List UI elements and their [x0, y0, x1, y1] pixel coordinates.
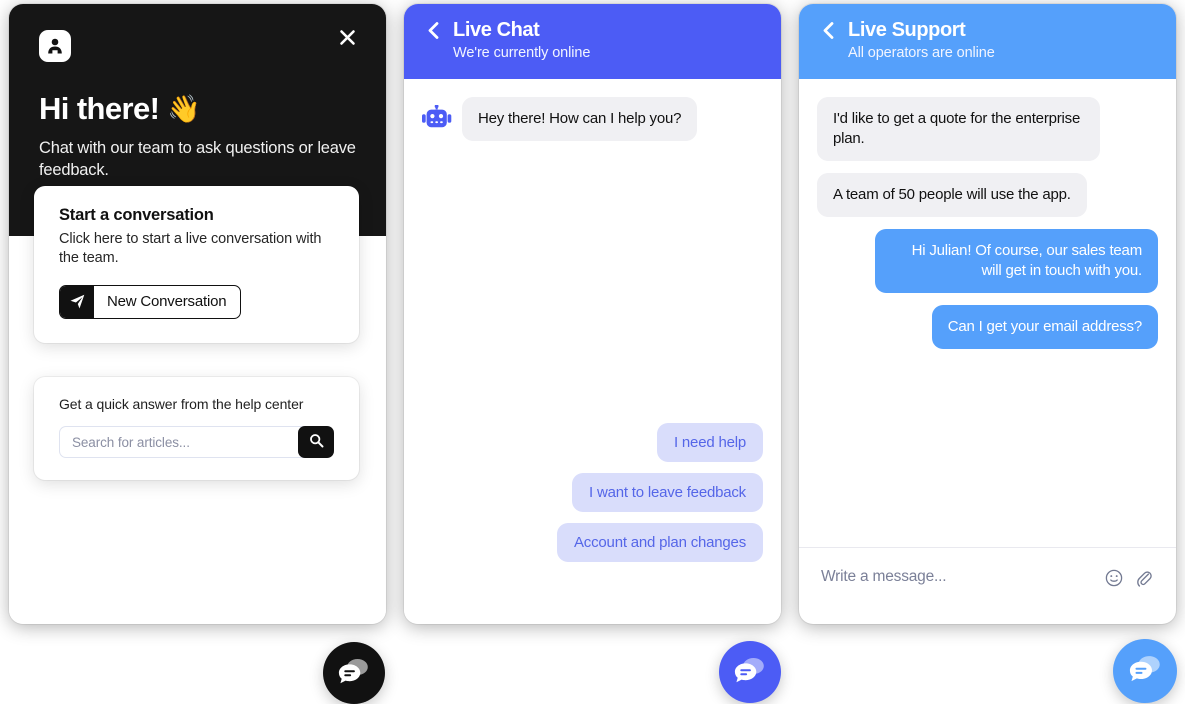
search-input[interactable]: [59, 426, 305, 458]
live-chat-status: We're currently online: [453, 45, 591, 61]
paper-plane-icon: [60, 285, 94, 318]
welcome-title: Hi there! 👋: [39, 91, 356, 127]
start-conversation-card: Start a conversation Click here to start…: [34, 186, 359, 343]
smiley-icon[interactable]: [1104, 568, 1124, 588]
chat-message-row: Can I get your email address?: [817, 304, 1158, 349]
welcome-body: Start a conversation Click here to start…: [9, 186, 386, 624]
live-chat-body: Hey there! How can I help you? I need he…: [404, 79, 781, 624]
quick-reply-account-plan-changes[interactable]: Account and plan changes: [557, 523, 763, 562]
chat-bubble-outgoing: Can I get your email address?: [931, 304, 1158, 349]
chat-bubble-incoming: Hey there! How can I help you?: [462, 97, 698, 141]
chevron-left-icon[interactable]: [821, 22, 835, 39]
chevron-left-icon[interactable]: [426, 22, 440, 39]
live-chat-title: Live Chat: [453, 19, 540, 41]
welcome-panel: Hi there! 👋 Chat with our team to ask qu…: [9, 4, 386, 624]
start-conversation-description: Click here to start a live conversation …: [59, 231, 322, 267]
chat-launcher-indigo[interactable]: [719, 641, 781, 703]
welcome-title-text: Hi there!: [39, 91, 160, 126]
search-icon: [309, 433, 324, 451]
live-support-title: Live Support: [848, 19, 966, 41]
chat-bubbles-icon: [338, 657, 370, 690]
message-input[interactable]: [821, 568, 1094, 586]
live-support-header: Live Support All operators are online: [799, 4, 1176, 79]
chat-message-row: A team of 50 people will use the app.: [817, 172, 1158, 217]
chat-launcher-dark[interactable]: [323, 642, 385, 704]
quick-reply-list: I need help I want to leave feedback Acc…: [422, 423, 763, 624]
chat-spacer: [817, 361, 1158, 547]
live-support-panel: Live Support All operators are online I'…: [799, 4, 1176, 624]
person-avatar-logo: [39, 30, 71, 62]
waving-hand-icon: 👋: [167, 93, 201, 124]
live-chat-panel: Live Chat We're currently online Hey the…: [404, 4, 781, 624]
close-icon[interactable]: [334, 24, 360, 50]
help-center-search-row: [59, 426, 334, 458]
robot-icon: [422, 103, 452, 133]
chat-bubble-outgoing: Hi Julian! Of course, our sales team wil…: [875, 228, 1158, 293]
widget-showcase: Hi there! 👋 Chat with our team to ask qu…: [0, 0, 1185, 704]
message-composer: [799, 547, 1176, 624]
live-support-body: I'd like to get a quote for the enterpri…: [799, 79, 1176, 547]
start-conversation-heading: Start a conversation: [59, 206, 214, 224]
chat-spacer: [422, 153, 763, 423]
search-button[interactable]: [298, 426, 334, 458]
new-conversation-label: New Conversation: [107, 293, 227, 311]
chat-bubble-incoming: A team of 50 people will use the app.: [817, 172, 1087, 217]
live-chat-header-top: Live Chat: [426, 19, 759, 42]
new-conversation-button[interactable]: New Conversation: [59, 284, 242, 319]
chat-message-row: I'd like to get a quote for the enterpri…: [817, 97, 1158, 161]
live-support-status: All operators are online: [848, 45, 995, 61]
live-support-header-top: Live Support: [821, 19, 1154, 42]
live-chat-header: Live Chat We're currently online: [404, 4, 781, 79]
chat-bubble-incoming: I'd like to get a quote for the enterpri…: [817, 97, 1100, 161]
help-center-label: Get a quick answer from the help center: [59, 396, 304, 412]
chat-bubbles-icon: [1129, 654, 1162, 688]
chat-launcher-blue[interactable]: [1113, 639, 1177, 703]
help-center-card: Get a quick answer from the help center: [34, 377, 359, 480]
chat-message-row: Hi Julian! Of course, our sales team wil…: [817, 228, 1158, 293]
quick-reply-need-help[interactable]: I need help: [656, 423, 763, 462]
quick-reply-leave-feedback[interactable]: I want to leave feedback: [572, 473, 763, 512]
chat-message-row: Hey there! How can I help you?: [422, 97, 763, 141]
chat-bubbles-icon: [734, 656, 766, 689]
welcome-subtitle: Chat with our team to ask questions or l…: [39, 139, 356, 179]
paperclip-icon[interactable]: [1134, 568, 1154, 588]
